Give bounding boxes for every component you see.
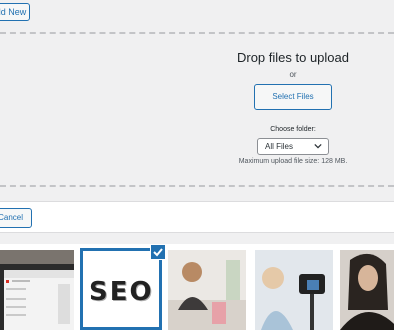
select-files-button[interactable]: Select Files <box>254 84 332 110</box>
or-label: or <box>289 70 297 79</box>
bulk-select-toolbar: Cancel <box>0 201 394 233</box>
laptop-screenshot-image <box>0 250 74 330</box>
folder-select-value: All Files <box>265 142 294 151</box>
woman-at-desk-image <box>168 250 246 330</box>
selected-check-icon[interactable] <box>150 244 166 260</box>
choose-folder-label: Choose folder: <box>270 126 316 133</box>
top-toolbar: dd New <box>0 0 394 28</box>
seo-letter: E <box>109 277 130 307</box>
seo-letter: S <box>89 277 110 307</box>
woman-portrait-image <box>340 250 394 330</box>
chevron-down-icon <box>314 143 322 149</box>
folder-select[interactable]: All Files <box>257 138 329 155</box>
woman-desk-thumbnail[interactable] <box>168 250 246 330</box>
media-grid: SEO <box>0 244 394 330</box>
drop-files-title: Drop files to upload <box>236 50 349 65</box>
woman-with-camera-image <box>255 250 333 330</box>
seo-letters-image: SEO <box>89 277 154 307</box>
max-upload-size-text: Maximum upload file size: 128 MB. <box>238 158 348 165</box>
upload-dropzone[interactable]: Drop files to upload or Select Files Cho… <box>0 32 394 187</box>
add-new-button[interactable]: dd New <box>0 3 30 21</box>
woman-camera-thumbnail[interactable] <box>255 250 333 330</box>
laptop-screenshot-thumbnail[interactable] <box>0 250 74 330</box>
seo-image-thumbnail[interactable]: SEO <box>80 248 162 330</box>
cancel-button[interactable]: Cancel <box>0 208 32 228</box>
woman-portrait-thumbnail[interactable] <box>340 250 394 330</box>
seo-letter: O <box>129 277 154 307</box>
